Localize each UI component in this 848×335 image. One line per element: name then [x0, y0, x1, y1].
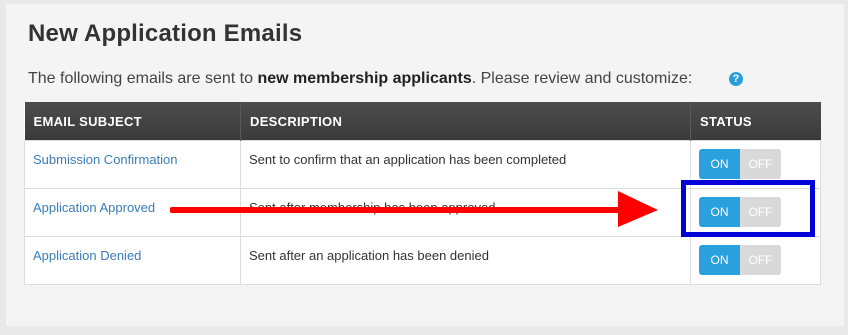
status-toggle[interactable]: ON OFF	[699, 149, 781, 179]
toggle-on[interactable]: ON	[699, 149, 740, 179]
email-subject-link[interactable]: Application Denied	[33, 248, 240, 263]
table-row: Application Denied Sent after an applica…	[24, 236, 821, 285]
table-header-row: EMAIL SUBJECT DESCRIPTION STATUS	[24, 102, 821, 141]
annotation-arrow	[170, 191, 658, 227]
status-toggle[interactable]: ON OFF	[699, 245, 781, 275]
header-email-subject: EMAIL SUBJECT	[24, 102, 241, 141]
header-description: DESCRIPTION	[240, 102, 691, 141]
intro-prefix: The following emails are sent to	[28, 70, 258, 87]
toggle-off[interactable]: OFF	[740, 245, 781, 275]
description-cell: Sent after an application has been denie…	[240, 236, 691, 285]
arrow-head	[618, 191, 658, 227]
description-cell: Sent to confirm that an application has …	[240, 140, 691, 189]
intro-suffix: . Please review and customize:	[471, 70, 693, 87]
toggle-on[interactable]: ON	[699, 245, 740, 275]
email-subject-link[interactable]: Submission Confirmation	[33, 152, 240, 167]
subject-cell: Application Denied	[24, 236, 241, 285]
email-description: Sent to confirm that an application has …	[249, 152, 567, 167]
intro-bold: new membership applicants	[257, 70, 472, 87]
email-description: Sent after an application has been denie…	[249, 248, 489, 263]
header-status: STATUS	[690, 102, 821, 141]
intro-text: The following emails are sent to new mem…	[28, 70, 692, 88]
toggle-off[interactable]: OFF	[740, 149, 781, 179]
status-cell: ON OFF	[690, 236, 821, 285]
page-title: New Application Emails	[28, 20, 303, 47]
subject-cell: Submission Confirmation	[24, 140, 241, 189]
annotation-highlight-box	[681, 180, 815, 237]
help-icon[interactable]: ?	[729, 72, 743, 86]
